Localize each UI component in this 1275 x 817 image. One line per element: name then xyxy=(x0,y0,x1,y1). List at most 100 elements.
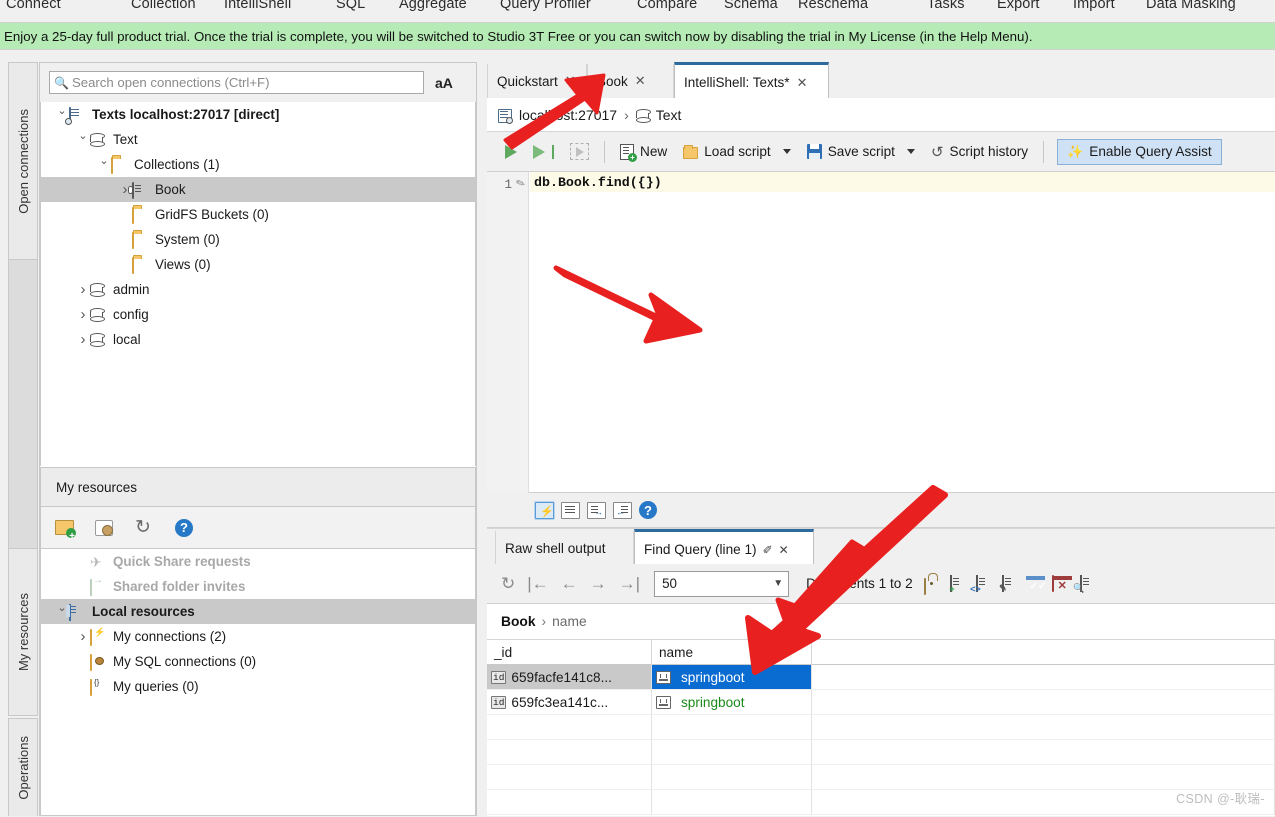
discard-icon[interactable]: ✕ xyxy=(1051,574,1072,593)
connection-tree[interactable]: Texts localhost:27017 [direct] Text Collec… xyxy=(40,102,476,466)
ribbon-item-reschema[interactable]: Reschema xyxy=(798,0,868,12)
next-page-icon[interactable]: → xyxy=(584,574,613,594)
view-document-icon[interactable]: 🔍 xyxy=(1073,574,1098,593)
edit-document-icon[interactable]: ✎ xyxy=(999,574,1020,593)
field-path-root[interactable]: Book xyxy=(501,614,536,629)
ribbon-item-aggregate[interactable]: Aggregate xyxy=(399,0,467,12)
tree-item-book[interactable]: Book xyxy=(41,177,475,202)
ribbon-item-data-masking[interactable]: Data Masking xyxy=(1146,0,1236,12)
field-path-field[interactable]: name xyxy=(552,614,587,629)
commit-icon[interactable]: ✓✓ xyxy=(1025,575,1046,593)
tree-item-local-resources[interactable]: Local resources xyxy=(41,599,475,624)
new-script-button[interactable]: + New xyxy=(612,141,675,163)
breadcrumb-database[interactable]: Text xyxy=(656,107,682,123)
previous-page-icon[interactable]: ← xyxy=(555,574,584,594)
ribbon-item-intellishell[interactable]: IntelliShell xyxy=(224,0,291,12)
cell-name[interactable]: springboot xyxy=(652,690,812,715)
chevron-right-icon[interactable] xyxy=(76,281,90,298)
chevron-right-icon[interactable] xyxy=(76,331,90,348)
chevron-right-icon[interactable] xyxy=(76,628,90,645)
result-table[interactable]: _id name id 659facfe141c8... springboot id 659… xyxy=(487,640,1275,816)
indent-left-icon[interactable]: ← xyxy=(613,501,632,519)
cell-blank[interactable] xyxy=(812,665,1275,690)
breadcrumb-host[interactable]: localhost:27017 xyxy=(519,107,617,123)
share-folder-icon[interactable] xyxy=(95,517,117,539)
run-button[interactable] xyxy=(497,142,525,162)
cell-blank[interactable] xyxy=(812,690,1275,715)
chevron-down-icon[interactable] xyxy=(76,133,90,146)
page-size-select[interactable]: 50 ▼ xyxy=(654,570,790,597)
tree-item-admin[interactable]: admin xyxy=(41,277,475,302)
column-header-name[interactable]: name xyxy=(652,640,812,665)
tree-item-local[interactable]: local xyxy=(41,327,475,352)
rail-operations[interactable]: Operations xyxy=(8,718,38,816)
ribbon-item-query-profiler[interactable]: Query Profiler xyxy=(500,0,591,12)
ribbon-item-connect[interactable]: Connect xyxy=(6,0,61,12)
save-script-chevron-down-icon[interactable] xyxy=(906,149,915,154)
close-icon[interactable]: ✕ xyxy=(779,543,789,557)
script-editor[interactable]: 1 ✎ db.Book.find({}) xyxy=(487,172,1275,493)
close-icon[interactable]: ✕ xyxy=(565,73,576,89)
ribbon-item-export[interactable]: Export xyxy=(997,0,1040,12)
help-icon[interactable]: ? xyxy=(175,517,197,539)
ribbon-item-tasks[interactable]: Tasks xyxy=(927,0,965,12)
ribbon-item-schema[interactable]: Schema xyxy=(724,0,778,12)
first-page-icon[interactable]: |← xyxy=(521,574,554,594)
table-row[interactable]: id 659facfe141c8... springboot xyxy=(487,665,1275,690)
new-folder-icon[interactable] xyxy=(55,517,77,542)
tree-item-gridfs-buckets-0[interactable]: GridFS Buckets (0) xyxy=(41,202,475,227)
close-icon[interactable]: ✕ xyxy=(635,73,646,89)
cell-id[interactable]: id 659fc3ea141c... xyxy=(487,690,652,715)
result-tab-find-query-line-1[interactable]: Find Query (line 1) ✐ ✕ xyxy=(634,529,814,567)
match-case-toggle[interactable]: aA xyxy=(435,75,453,91)
pin-icon[interactable]: ✐ xyxy=(763,543,773,557)
enable-query-assist-button[interactable]: ✨ Enable Query Assist xyxy=(1057,138,1222,165)
save-script-button[interactable]: Save script xyxy=(799,141,903,162)
chevron-right-icon[interactable] xyxy=(76,306,90,323)
tab-intellishell-texts[interactable]: IntelliShell: Texts* ✕ xyxy=(674,62,829,100)
cell-id[interactable]: id 659facfe141c8... xyxy=(487,665,652,690)
lines-icon[interactable] xyxy=(561,501,580,519)
column-header-blank[interactable] xyxy=(812,640,1275,665)
refresh-icon[interactable]: ↻ xyxy=(495,574,521,594)
ribbon-item-compare[interactable]: Compare xyxy=(637,0,697,12)
tree-item-quick-share-requests[interactable]: ✈ Quick Share requests xyxy=(41,549,475,574)
tree-item-my-connections-2[interactable]: My connections (2) xyxy=(41,624,475,649)
rail-my-resources[interactable]: My resources xyxy=(8,548,38,716)
tree-item-text[interactable]: Text xyxy=(41,127,475,152)
editor-line-1[interactable]: db.Book.find({}) xyxy=(530,172,1275,192)
lock-icon[interactable] xyxy=(922,575,942,595)
table-row[interactable]: id 659fc3ea141c... springboot xyxy=(487,690,1275,715)
run-to-cursor-button[interactable] xyxy=(525,142,562,162)
run-selection-button[interactable] xyxy=(562,140,597,163)
tree-item-my-sql-connections-0[interactable]: My SQL connections (0) xyxy=(41,649,475,674)
result-tab-raw-shell-output[interactable]: Raw shell output xyxy=(495,531,634,565)
close-icon[interactable]: ✕ xyxy=(797,75,808,91)
script-history-button[interactable]: ↺ Script history xyxy=(923,140,1036,164)
ribbon-item-import[interactable]: Import xyxy=(1073,0,1115,12)
tree-item-my-queries-0[interactable]: My queries (0) xyxy=(41,674,475,699)
last-page-icon[interactable]: →| xyxy=(613,574,646,594)
tab-book[interactable]: Book ✕ xyxy=(587,64,674,98)
my-resources-tree[interactable]: ✈ Quick Share requests Shared folder invit… xyxy=(40,549,476,816)
chevron-down-icon[interactable] xyxy=(97,158,111,171)
clone-document-icon[interactable]: <> xyxy=(970,574,994,594)
load-script-chevron-down-icon[interactable] xyxy=(782,149,791,154)
rail-open-connections[interactable]: Open connections xyxy=(8,62,38,260)
add-document-icon[interactable]: + xyxy=(948,574,968,594)
ribbon-item-sql[interactable]: SQL xyxy=(336,0,365,12)
indent-right-icon[interactable]: → xyxy=(587,501,606,519)
tree-item-views-0[interactable]: Views (0) xyxy=(41,252,475,277)
ribbon-item-collection[interactable]: Collection xyxy=(131,0,196,12)
tree-item-shared-folder-invites[interactable]: Shared folder invites xyxy=(41,574,475,599)
load-script-button[interactable]: Load script xyxy=(675,141,779,162)
column-header-id[interactable]: _id xyxy=(487,640,652,665)
help-icon[interactable]: ? xyxy=(639,501,657,519)
tree-item-config[interactable]: config xyxy=(41,302,475,327)
tree-item-collections-1[interactable]: Collections (1) xyxy=(41,152,475,177)
format-icon[interactable]: ⚡ xyxy=(535,501,554,519)
tree-item-system-0[interactable]: System (0) xyxy=(41,227,475,252)
refresh-icon[interactable]: ↻ xyxy=(135,516,157,538)
cell-name[interactable]: springboot xyxy=(652,665,812,690)
search-input[interactable]: 🔍 Search open connections (Ctrl+F) xyxy=(49,71,424,94)
